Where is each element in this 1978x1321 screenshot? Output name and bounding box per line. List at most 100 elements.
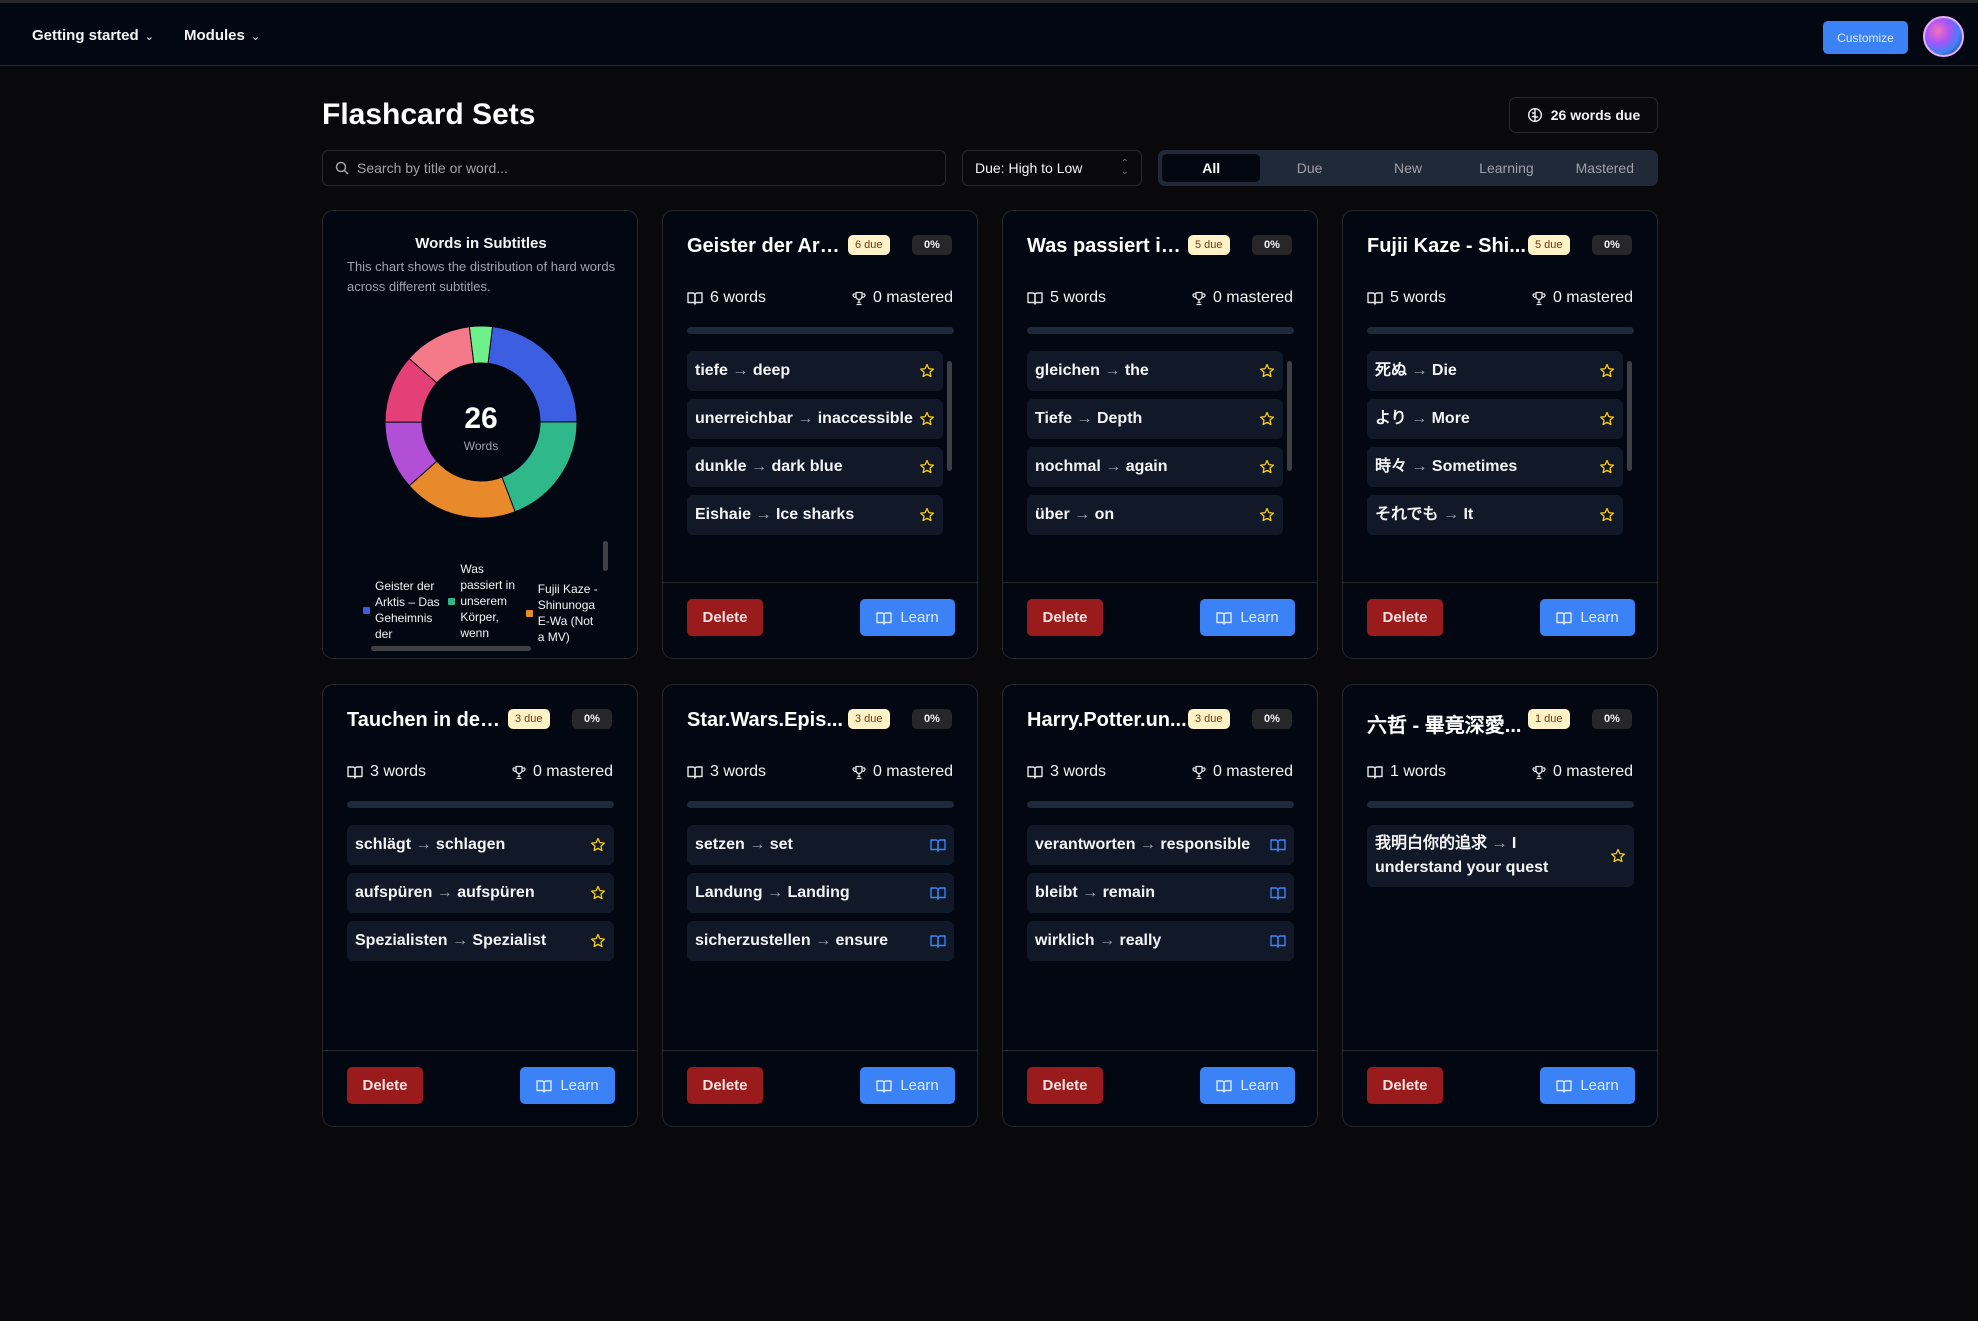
word-item[interactable]: Eishaie → Ice sharks <box>687 495 943 535</box>
delete-button[interactable]: Delete <box>1027 599 1103 636</box>
word-item[interactable]: 死ぬ → Die <box>1367 351 1623 391</box>
star-icon[interactable] <box>1259 411 1275 427</box>
star-icon[interactable] <box>1259 363 1275 379</box>
set-title[interactable]: Harry.Potter.un... <box>1027 709 1187 732</box>
word-source: それでも <box>1375 506 1439 523</box>
nav-modules[interactable]: Modules ⌄ <box>184 27 260 44</box>
legend-item[interactable]: Geister der Arktis – Das Geheimnis der <box>363 553 440 649</box>
legend-swatch <box>525 609 533 617</box>
tab-mastered[interactable]: Mastered <box>1556 154 1654 182</box>
star-icon[interactable] <box>919 459 935 475</box>
learn-button[interactable]: Learn <box>1540 1067 1635 1104</box>
search-field[interactable] <box>322 150 946 186</box>
word-item[interactable]: gleichen → the <box>1027 351 1283 391</box>
star-icon[interactable] <box>1599 363 1615 379</box>
set-title[interactable]: Tauchen in der ... <box>347 709 507 732</box>
delete-button[interactable]: Delete <box>1367 599 1443 636</box>
donut-slice[interactable] <box>468 325 494 364</box>
delete-button[interactable]: Delete <box>1367 1067 1443 1104</box>
learn-button[interactable]: Learn <box>1200 1067 1295 1104</box>
set-title[interactable]: Fujii Kaze - Shi... <box>1367 235 1527 258</box>
nav-getting-started[interactable]: Getting started ⌄ <box>32 27 154 44</box>
word-count: 3 words <box>347 763 426 781</box>
learn-button[interactable]: Learn <box>860 599 955 636</box>
word-item[interactable]: それでも → It <box>1367 495 1623 535</box>
star-icon[interactable] <box>590 933 606 949</box>
word-item[interactable]: 時々 → Sometimes <box>1367 447 1623 487</box>
avatar[interactable] <box>1923 16 1964 57</box>
book-icon[interactable] <box>930 886 946 900</box>
legend-scrollbar-vertical[interactable] <box>603 541 608 571</box>
legend-scrollbar-horizontal[interactable] <box>371 646 531 651</box>
book-icon[interactable] <box>1270 886 1286 900</box>
star-icon[interactable] <box>1259 507 1275 523</box>
tab-all[interactable]: All <box>1162 154 1261 182</box>
legend-item[interactable]: Was passiert in unserem Körper, wenn <box>448 553 517 649</box>
star-icon[interactable] <box>1599 411 1615 427</box>
book-icon[interactable] <box>930 838 946 852</box>
tab-learning[interactable]: Learning <box>1457 154 1555 182</box>
word-item[interactable]: tiefe → deep <box>687 351 943 391</box>
set-title[interactable]: Was passiert in... <box>1027 235 1187 258</box>
word-list-scrollbar[interactable] <box>1627 361 1632 471</box>
book-icon[interactable] <box>1270 838 1286 852</box>
word-item[interactable]: wirklich → really <box>1027 921 1294 961</box>
star-icon[interactable] <box>1599 459 1615 475</box>
star-icon[interactable] <box>590 885 606 901</box>
word-item[interactable]: setzen → set <box>687 825 954 865</box>
star-icon[interactable] <box>919 411 935 427</box>
word-item[interactable]: Spezialisten → Spezialist <box>347 921 614 961</box>
set-title[interactable]: Star.Wars.Epis... <box>687 709 847 732</box>
learn-button[interactable]: Learn <box>1540 599 1635 636</box>
word-item[interactable]: sicherzustellen → ensure <box>687 921 954 961</box>
word-count-label: 5 words <box>1050 289 1107 306</box>
star-icon[interactable] <box>919 507 935 523</box>
word-item[interactable]: Tiefe → Depth <box>1027 399 1283 439</box>
delete-button[interactable]: Delete <box>1027 1067 1103 1104</box>
word-item[interactable]: dunkle → dark blue <box>687 447 943 487</box>
word-item[interactable]: schlägt → schlagen <box>347 825 614 865</box>
word-item[interactable]: より → More <box>1367 399 1623 439</box>
star-icon[interactable] <box>590 837 606 853</box>
card-footer: Delete Learn <box>1003 1050 1317 1126</box>
sort-select[interactable]: Due: High to Low ⌃ ⌄ <box>962 150 1142 186</box>
word-item[interactable]: Landung → Landing <box>687 873 954 913</box>
learn-button[interactable]: Learn <box>860 1067 955 1104</box>
star-icon[interactable] <box>1259 459 1275 475</box>
word-item[interactable]: aufspüren → aufspüren <box>347 873 614 913</box>
due-badge: 3 due <box>1188 709 1230 729</box>
word-item[interactable]: nochmal → again <box>1027 447 1283 487</box>
tab-due[interactable]: Due <box>1260 154 1358 182</box>
search-input[interactable] <box>357 160 937 176</box>
delete-button[interactable]: Delete <box>347 1067 423 1104</box>
learn-button[interactable]: Learn <box>1200 599 1295 636</box>
learn-button[interactable]: Learn <box>520 1067 615 1104</box>
card-footer: Delete Learn <box>1343 1050 1657 1126</box>
words-due-button[interactable]: 26 words due <box>1509 97 1658 133</box>
mastered-count: 0 mastered <box>852 763 953 781</box>
word-item[interactable]: bleibt → remain <box>1027 873 1294 913</box>
tab-new[interactable]: New <box>1359 154 1457 182</box>
word-item[interactable]: über → on <box>1027 495 1283 535</box>
book-icon[interactable] <box>930 934 946 948</box>
star-icon[interactable] <box>1610 848 1626 864</box>
legend-label: Geister der Arktis – Das Geheimnis der <box>375 579 440 641</box>
word-list-scrollbar[interactable] <box>1287 361 1292 471</box>
word-item[interactable]: 我明白你的追求 → I understand your quest <box>1367 825 1634 887</box>
word-source: 時々 <box>1375 458 1408 475</box>
delete-button[interactable]: Delete <box>687 1067 763 1104</box>
book-icon[interactable] <box>1270 934 1286 948</box>
star-icon[interactable] <box>919 363 935 379</box>
set-title[interactable]: 六哲 - 畢竟深愛... <box>1367 709 1527 738</box>
word-source: dunkle <box>695 458 747 475</box>
delete-button[interactable]: Delete <box>687 599 763 636</box>
mastered-count-label: 0 mastered <box>1212 289 1293 306</box>
arrow-icon: → <box>1082 884 1103 901</box>
legend-item[interactable]: Fujii Kaze - Shinunoga E-Wa (Not a MV) <box>525 553 603 649</box>
word-item[interactable]: verantworten → responsible <box>1027 825 1294 865</box>
star-icon[interactable] <box>1599 507 1615 523</box>
customize-button[interactable]: Customize <box>1823 21 1908 54</box>
set-title[interactable]: Geister der Ark... <box>687 235 847 258</box>
word-list-scrollbar[interactable] <box>947 361 952 471</box>
word-item[interactable]: unerreichbar → inaccessible <box>687 399 943 439</box>
